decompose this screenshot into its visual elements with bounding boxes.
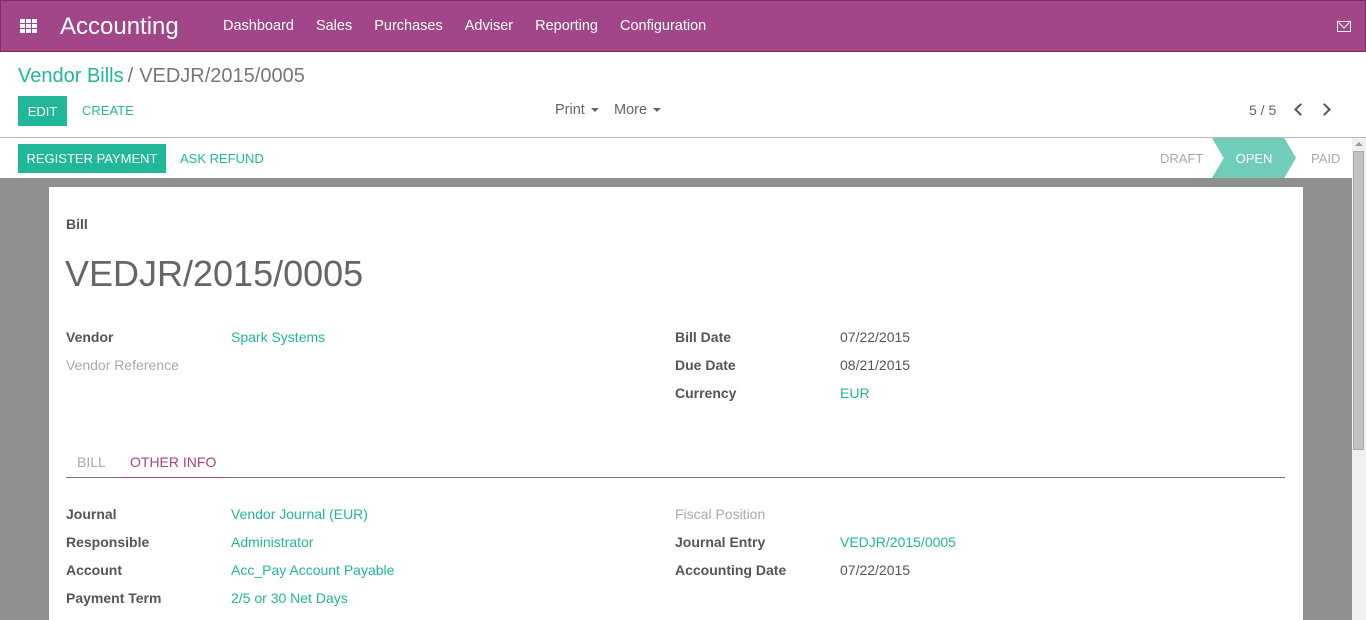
- accounting-date-label: Accounting Date: [675, 562, 787, 578]
- due-date-label: Due Date: [675, 357, 736, 373]
- bill-date-value: 07/22/2015: [840, 329, 911, 345]
- scroll-up-arrow-icon[interactable]: [1355, 142, 1363, 146]
- menu-reporting[interactable]: Reporting: [524, 18, 609, 34]
- responsible-value[interactable]: Administrator: [231, 534, 313, 550]
- print-label: Print: [555, 102, 585, 118]
- journal-label: Journal: [66, 506, 117, 522]
- payment-term-label: Payment Term: [66, 590, 162, 606]
- caret-down-icon: [653, 108, 662, 113]
- more-label: More: [614, 102, 648, 118]
- responsible-label: Responsible: [66, 534, 150, 550]
- edit-button[interactable]: EDIT: [18, 96, 67, 126]
- payment-term-value[interactable]: 2/5 or 30 Net Days: [231, 590, 348, 606]
- breadcrumb-current: VEDJR/2015/0005: [139, 65, 305, 87]
- apps-grid-icon[interactable]: [20, 19, 38, 34]
- active-tab-underline: [119, 477, 225, 478]
- vendor-label: Vendor: [66, 329, 114, 345]
- create-button[interactable]: CREATE: [82, 103, 134, 118]
- breadcrumb: Vendor Bills / VEDJR/2015/0005: [18, 65, 305, 88]
- document-type: Bill: [66, 216, 88, 232]
- notebook-tabs: BILL OTHER INFO: [66, 445, 1285, 478]
- vendor-reference-label: Vendor Reference: [66, 357, 179, 373]
- document-number: VEDJR/2015/0005: [65, 253, 364, 294]
- journal-value[interactable]: Vendor Journal (EUR): [231, 506, 368, 522]
- vendor-value[interactable]: Spark Systems: [231, 329, 325, 345]
- tab-bill[interactable]: BILL: [77, 454, 106, 470]
- register-payment-button[interactable]: REGISTER PAYMENT: [18, 144, 166, 173]
- ask-refund-button[interactable]: ASK REFUND: [180, 151, 264, 166]
- journal-entry-value[interactable]: VEDJR/2015/0005: [840, 534, 956, 550]
- stage-paid[interactable]: PAID: [1311, 138, 1340, 178]
- menu-configuration[interactable]: Configuration: [609, 18, 717, 34]
- more-dropdown[interactable]: More: [614, 102, 662, 118]
- envelope-icon[interactable]: [1337, 21, 1351, 32]
- chevron-left-icon[interactable]: [1294, 103, 1307, 116]
- account-value[interactable]: Acc_Pay Account Payable: [231, 562, 394, 578]
- scrollbar-thumb[interactable]: [1353, 151, 1364, 450]
- top-navbar: Accounting Dashboard Sales Purchases Adv…: [0, 0, 1366, 52]
- chevron-right-icon[interactable]: [1318, 103, 1331, 116]
- fiscal-position-label: Fiscal Position: [675, 506, 766, 522]
- menu-adviser[interactable]: Adviser: [454, 18, 524, 34]
- tab-other-info[interactable]: OTHER INFO: [130, 454, 216, 470]
- stage-draft[interactable]: DRAFT: [1160, 138, 1203, 178]
- menu-purchases[interactable]: Purchases: [363, 18, 454, 34]
- control-panel: Vendor Bills / VEDJR/2015/0005 EDIT CREATE…: [0, 52, 1366, 138]
- vertical-scrollbar[interactable]: [1352, 138, 1366, 620]
- status-bar: REGISTER PAYMENT ASK REFUND DRAFT OPEN P…: [0, 138, 1352, 178]
- caret-down-icon: [590, 108, 599, 113]
- menu-sales[interactable]: Sales: [305, 18, 363, 34]
- bill-date-label: Bill Date: [675, 329, 732, 345]
- stage-open[interactable]: OPEN: [1212, 138, 1296, 178]
- currency-label: Currency: [675, 385, 737, 401]
- breadcrumb-separator: /: [127, 65, 134, 87]
- journal-entry-label: Journal Entry: [675, 534, 766, 550]
- breadcrumb-vendor-bills[interactable]: Vendor Bills: [18, 65, 124, 87]
- currency-value[interactable]: EUR: [840, 385, 870, 401]
- print-dropdown[interactable]: Print: [555, 102, 599, 118]
- form-sheet: Bill VEDJR/2015/0005 Vendor Spark System…: [49, 187, 1303, 620]
- account-label: Account: [66, 562, 122, 578]
- app-title: Accounting: [60, 13, 179, 40]
- pager-value: 5 / 5: [1249, 102, 1277, 118]
- accounting-date-value: 07/22/2015: [840, 562, 911, 578]
- due-date-value: 08/21/2015: [840, 357, 911, 373]
- main-menu: Dashboard Sales Purchases Adviser Report…: [212, 1, 717, 51]
- menu-dashboard[interactable]: Dashboard: [212, 18, 305, 34]
